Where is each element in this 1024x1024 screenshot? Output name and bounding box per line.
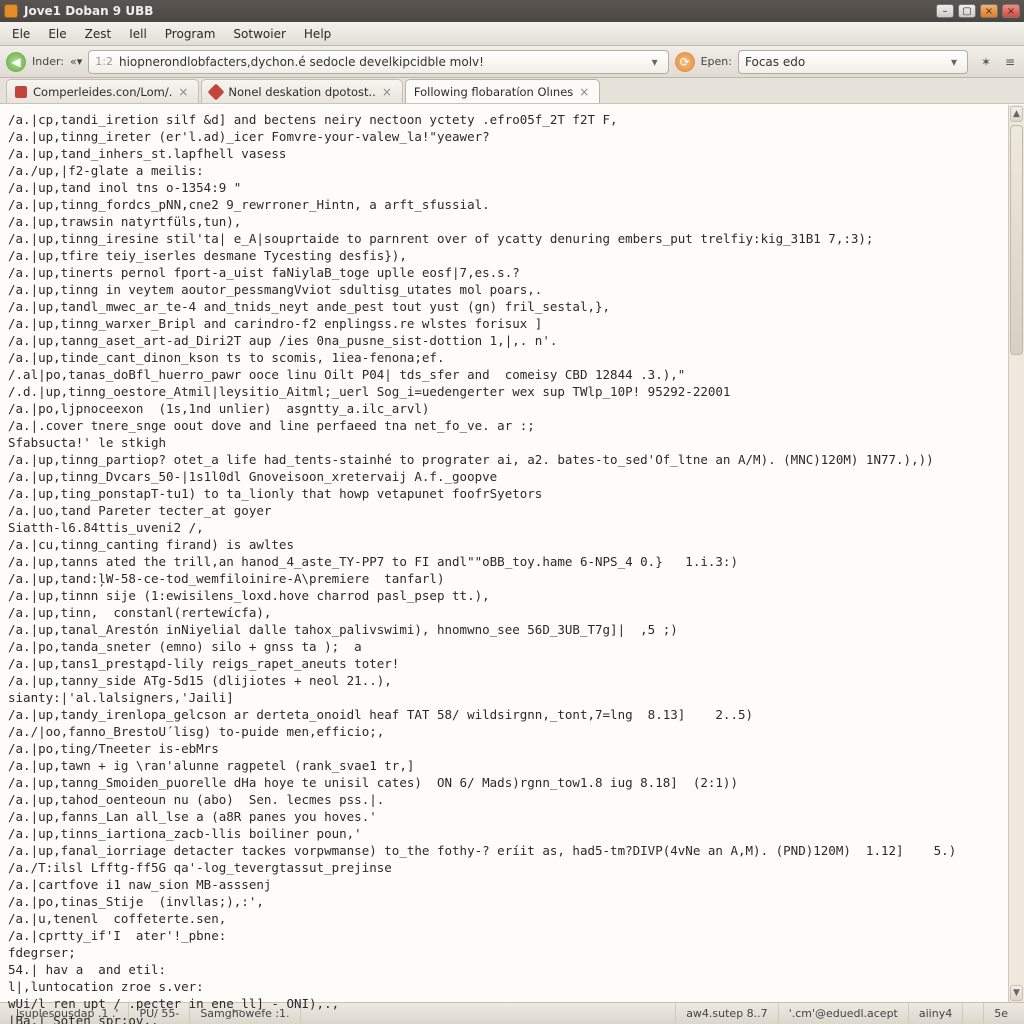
go-icon[interactable]: ⟳ [675,52,695,72]
menubar: Ele Ele Zest Iell Program Sotwoier Help [0,22,1024,46]
address-bar[interactable]: 1:2 ▾ [88,50,668,74]
toolbar: ◀ Inder: «▾ 1:2 ▾ ⟳ Epen: ▾ ✶ ≡ [0,46,1024,78]
tab-1-close-icon[interactable]: × [382,85,392,99]
tab-0-icon [15,86,27,98]
menu-file-2[interactable]: Ele [40,25,74,43]
tab-1[interactable]: Nonel deskation dpotost.. × [201,79,402,103]
menu-iell[interactable]: Iell [121,25,155,43]
tab-2[interactable]: Following flobaratíon Olınes × [405,79,600,103]
menu-file-1[interactable]: Ele [4,25,38,43]
app-icon [4,4,18,18]
content-area: /a.|cp,tandi_iretion silf &d] and becten… [0,104,1024,1002]
minimize-button[interactable]: – [936,4,954,18]
tab-0-label: Comperleides.con/Lom/. [33,85,172,99]
tab-0[interactable]: Comperleides.con/Lom/. × [6,79,199,103]
tab-1-icon [208,83,225,100]
address-input[interactable] [119,55,642,69]
window-buttons: – ▢ × × [936,4,1020,18]
open-input[interactable] [745,55,947,69]
tab-2-close-icon[interactable]: × [579,85,589,99]
menu-software[interactable]: Sotwoier [225,25,293,43]
tab-0-close-icon[interactable]: × [178,85,188,99]
toolbar-right: ✶ ≡ [974,54,1018,70]
scroll-up-icon[interactable]: ▲ [1010,106,1023,122]
open-dropdown-icon[interactable]: ▾ [947,51,961,73]
tab-2-label: Following flobaratíon Olınes [414,85,573,99]
scroll-thumb[interactable] [1010,125,1023,355]
document-text: /a.|cp,tandi_iretion silf &d] and becten… [0,105,1024,1024]
tab-1-label: Nonel deskation dpotost.. [228,85,375,99]
address-dropdown-icon[interactable]: ▾ [648,51,662,73]
menu-icon[interactable]: ≡ [1002,54,1018,70]
vertical-scrollbar[interactable]: ▲ ▼ [1008,105,1024,1002]
tab-strip: Comperleides.con/Lom/. × Nonel deskation… [0,78,1024,104]
maximize-button[interactable]: ▢ [958,4,976,18]
url-prefix: 1:2 [95,55,113,68]
back-icon[interactable]: ◀ [6,52,26,72]
index-chevron-icon[interactable]: «▾ [70,55,82,68]
index-label: Inder: [32,55,64,68]
menu-test[interactable]: Zest [77,25,120,43]
open-combo[interactable]: ▾ [738,50,968,74]
menu-program[interactable]: Program [157,25,224,43]
close-button[interactable]: × [1002,4,1020,18]
scroll-track[interactable] [1009,123,1024,984]
close-button-alt[interactable]: × [980,4,998,18]
window-titlebar: Jove1 Doban 9 UBB – ▢ × × [0,0,1024,22]
window-title: Jove1 Doban 9 UBB [24,4,936,18]
open-label: Epen: [701,55,732,68]
scroll-down-icon[interactable]: ▼ [1010,985,1023,1001]
settings-icon[interactable]: ✶ [978,54,994,70]
menu-help[interactable]: Help [296,25,339,43]
